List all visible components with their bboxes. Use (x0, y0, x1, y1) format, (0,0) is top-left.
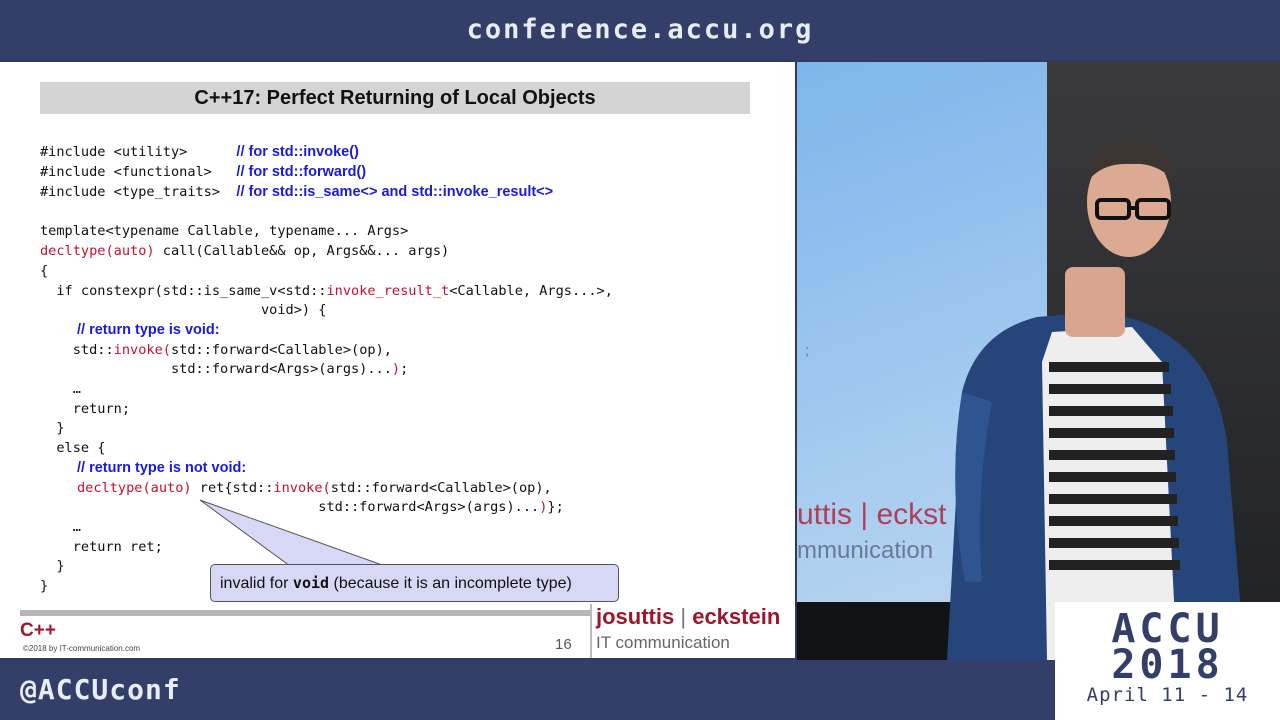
presentation-slide: C++17: Perfect Returning of Local Object… (0, 62, 795, 658)
cpp-label: C++ (20, 620, 56, 641)
logo-year: 2018 (1111, 642, 1224, 688)
conference-url: conference.accu.org (466, 14, 814, 45)
copyright: ©2018 by IT-communication.com (23, 644, 141, 653)
callout-note: invalid for void (because it is an incom… (210, 564, 619, 602)
accu-logo: ACCU 2018 April 11 - 14 (1055, 602, 1280, 720)
footer-divider (20, 610, 590, 616)
brand-divider (590, 604, 592, 658)
brand-tagline: IT communication (596, 633, 730, 652)
page-number: 16 (555, 636, 572, 653)
speaker-video: ; uttis | eckst mmunication (797, 62, 1280, 660)
brand-logo: josuttis | eckstein (596, 604, 781, 629)
speaker-figure (947, 140, 1245, 660)
logo-dates: April 11 - 14 (1086, 684, 1249, 706)
top-banner: conference.accu.org (0, 0, 1280, 60)
twitter-handle: @ACCUconf (20, 673, 181, 706)
